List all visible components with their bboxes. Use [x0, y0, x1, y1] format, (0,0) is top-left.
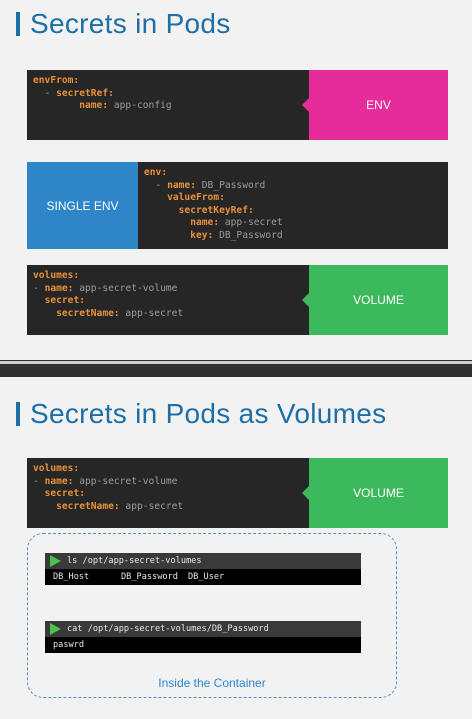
code-key: secretName:	[56, 500, 120, 512]
env-tag-label: ENV	[366, 98, 391, 112]
code-line: - name: DB_Password	[144, 180, 442, 193]
output-secret-value: paswrd	[53, 640, 85, 650]
code-key: key:	[190, 229, 214, 241]
code-key: name:	[44, 475, 74, 487]
code-key: secretName:	[56, 307, 120, 319]
code-line: - name: app-secret-volume	[33, 283, 303, 296]
code-block-envfrom: envFrom: - secretRef: name: app-config	[27, 70, 309, 140]
code-value: app-secret	[119, 307, 184, 319]
code-key: name:	[44, 282, 74, 294]
code-value: app-secret-volume	[73, 475, 178, 487]
single-env-tag: SINGLE ENV	[27, 162, 138, 249]
code-line: valueFrom:	[144, 192, 442, 205]
volume-tag-label: VOLUME	[353, 293, 404, 307]
volume-tag-2: VOLUME	[309, 458, 448, 528]
volume-pointer-icon	[302, 293, 309, 307]
code-block-volumes: volumes: - name: app-secret-volume secret…	[27, 265, 309, 335]
code-line: - name: app-secret-volume	[33, 476, 303, 489]
code-value: app-secret	[219, 217, 283, 229]
code-key: secretKeyRef:	[178, 204, 254, 216]
code-line: env:	[144, 167, 442, 180]
output-file-db-user: DB_User	[188, 572, 225, 582]
code-key: valueFrom:	[167, 192, 225, 204]
play-icon	[50, 623, 61, 635]
code-key: volumes:	[33, 463, 80, 474]
slide-secrets-in-pods: Secrets in Pods envFrom: - secretRef: na…	[0, 0, 472, 360]
inside-container-label: Inside the Container	[158, 676, 266, 690]
code-line: secret:	[33, 295, 303, 308]
code-line: secretName: app-secret	[33, 308, 303, 321]
code-key: env:	[144, 167, 168, 178]
code-line: secretKeyRef:	[144, 205, 442, 218]
code-key: volumes:	[33, 270, 80, 281]
code-value: app-secret	[119, 500, 184, 512]
play-icon	[50, 555, 61, 567]
terminal-command-bar: cat /opt/app-secret-volumes/DB_Password	[45, 621, 361, 637]
env-tag: ENV	[309, 70, 448, 140]
code-line: volumes:	[33, 463, 303, 476]
code-line: key: DB_Password	[144, 230, 442, 243]
code-key: secretRef:	[56, 87, 114, 99]
code-value: app-secret-volume	[73, 282, 178, 294]
code-indent: -	[33, 87, 57, 99]
terminal-output: DB_Host DB_Password DB_User	[45, 569, 361, 585]
code-indent: -	[144, 179, 168, 191]
title-accent-bar	[16, 12, 20, 36]
code-line: volumes:	[33, 270, 303, 283]
terminal-output: paswrd	[45, 637, 361, 653]
code-line: envFrom:	[33, 75, 303, 88]
code-line: secretName: app-secret	[33, 501, 303, 514]
code-key: secret:	[44, 295, 85, 307]
slide-title-volumes: Secrets in Pods as Volumes	[16, 398, 386, 430]
code-value: DB_Password	[196, 179, 266, 191]
title-text: Secrets in Pods	[30, 8, 231, 39]
env-pointer-icon	[302, 98, 309, 112]
code-line: name: app-secret	[144, 217, 442, 230]
title-text-volumes: Secrets in Pods as Volumes	[30, 398, 387, 429]
terminal-cat: cat /opt/app-secret-volumes/DB_Password …	[45, 621, 361, 653]
code-key: envFrom:	[33, 75, 80, 86]
code-indent: -	[33, 282, 45, 294]
output-file-db-host: DB_Host	[53, 572, 90, 582]
code-block-volumes-2: volumes: - name: app-secret-volume secret…	[27, 458, 309, 528]
volume-pointer-icon-2	[302, 486, 309, 500]
terminal-ls: ls /opt/app-secret-volumes DB_Host DB_Pa…	[45, 553, 361, 585]
volume-tag-label-2: VOLUME	[353, 486, 404, 500]
code-indent: -	[33, 475, 45, 487]
terminal-command: ls /opt/app-secret-volumes	[67, 556, 202, 566]
code-key: name:	[167, 179, 196, 191]
volume-tag: VOLUME	[309, 265, 448, 335]
code-value: DB_Password	[213, 229, 283, 241]
code-key: name:	[190, 217, 220, 229]
code-line: secret:	[33, 488, 303, 501]
code-block-single-env: env: - name: DB_Password valueFrom: secr…	[138, 162, 448, 249]
slide-divider-line	[0, 361, 472, 364]
terminal-command: cat /opt/app-secret-volumes/DB_Password	[67, 624, 269, 634]
slide-title: Secrets in Pods	[16, 8, 231, 40]
output-file-db-password: DB_Password	[121, 572, 178, 582]
code-key: secret:	[44, 488, 85, 500]
code-line: - secretRef:	[33, 88, 303, 101]
code-value: app-config	[108, 100, 172, 112]
title-accent-bar	[16, 402, 20, 426]
code-line: name: app-config	[33, 100, 303, 113]
terminal-command-bar: ls /opt/app-secret-volumes	[45, 553, 361, 569]
single-env-tag-label: SINGLE ENV	[46, 198, 119, 213]
code-key: name:	[79, 100, 109, 112]
